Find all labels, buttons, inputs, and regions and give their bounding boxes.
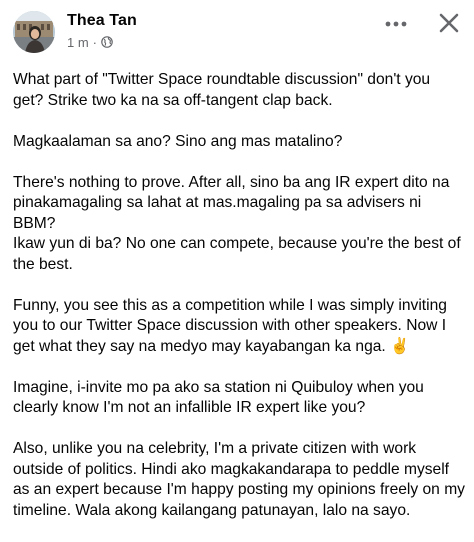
post-meta: 1 m · <box>67 34 113 50</box>
more-options-icon[interactable] <box>384 12 408 36</box>
meta-separator: · <box>92 34 98 50</box>
post-paragraph: Funny, you see this as a competition whi… <box>13 296 447 355</box>
post-time[interactable]: 1 m <box>67 35 89 50</box>
globe-icon <box>101 36 113 48</box>
post-paragraph: Also, unlike you na celebrity, I'm a pri… <box>13 440 465 519</box>
avatar-photo <box>13 11 55 53</box>
post-paragraph: Imagine, i-invite mo pa ako sa station n… <box>13 378 424 417</box>
post-header: Thea Tan 1 m · <box>0 0 474 62</box>
avatar[interactable] <box>13 11 55 53</box>
post-paragraph: Magkaalaman sa ano? Sino ang mas matalin… <box>13 132 343 150</box>
post-text: What part of "Twitter Space roundtable d… <box>13 70 465 542</box>
author-name[interactable]: Thea Tan <box>67 12 137 30</box>
close-icon[interactable] <box>436 10 462 36</box>
post-paragraph: There's nothing to prove. After all, sin… <box>13 173 461 273</box>
post-paragraph: What part of "Twitter Space roundtable d… <box>13 71 431 109</box>
